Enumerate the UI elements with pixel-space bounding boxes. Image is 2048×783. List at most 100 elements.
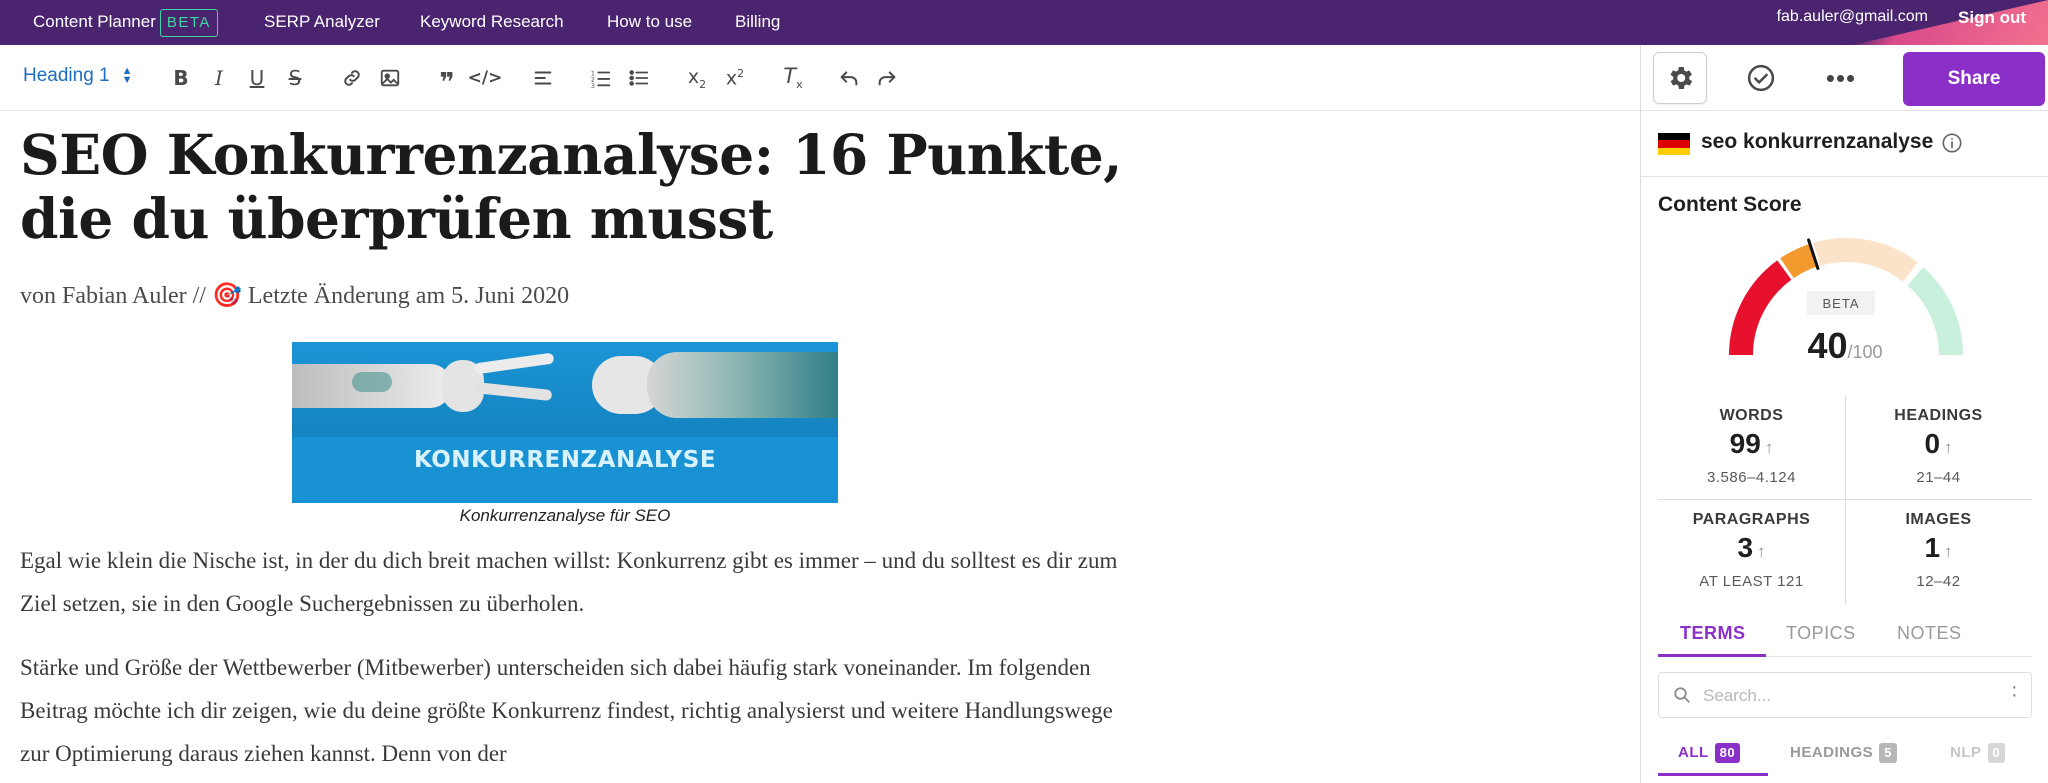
link-icon[interactable] <box>335 61 369 95</box>
metric-range: 21–44 <box>1916 469 1961 486</box>
check-button[interactable] <box>1741 58 1781 98</box>
paragraph-1[interactable]: Egal wie klein die Nische ist, in der du… <box>20 539 1120 625</box>
align-left-icon[interactable] <box>526 61 560 95</box>
active-filter-indicator <box>1658 773 1768 776</box>
target-keyword-row: seo konkurrenzanalyse <box>1641 111 2048 177</box>
metric-number: 3 <box>1737 532 1754 563</box>
gauge-segment-mid-light <box>1813 238 1918 282</box>
bullet-list-icon[interactable] <box>622 61 656 95</box>
optimization-panel: ••• Share seo konkurrenzanalyse Content … <box>1640 45 2048 783</box>
flag-stripe-red <box>1658 140 1690 148</box>
metric-range: 12–42 <box>1916 573 1961 590</box>
target-emoji-icon: 🎯 <box>211 283 242 309</box>
search-input[interactable] <box>1703 681 1983 711</box>
svg-text:3: 3 <box>591 82 595 89</box>
paragraph-2[interactable]: Stärke und Größe der Wettbewerber (Mitbe… <box>20 646 1145 775</box>
metric-label: HEADINGS <box>1894 407 1983 424</box>
share-button[interactable]: Share <box>1903 52 2045 106</box>
nav-billing[interactable]: Billing <box>735 0 780 45</box>
image-keyword-text: KONKURRENZANALYSE <box>413 447 717 473</box>
info-icon[interactable] <box>1941 132 1963 154</box>
filter-headings[interactable]: HEADINGS 5 <box>1790 743 1897 763</box>
settings-button[interactable] <box>1653 52 1707 104</box>
metric-value: 99 ↑ <box>1658 428 1845 460</box>
metric-paragraphs: PARAGRAPHS 3 ↑ AT LEAST 121 <box>1658 499 1845 604</box>
subscript-icon[interactable]: x2 <box>680 61 714 95</box>
filter-nlp[interactable]: NLP 0 <box>1950 743 2006 763</box>
user-email: fab.auler@gmail.com <box>1776 8 1928 25</box>
block-style-value: Heading 1 <box>23 65 110 86</box>
metric-value: 0 ↑ <box>1845 428 2032 460</box>
filter-count: 0 <box>1987 743 2006 763</box>
search-icon <box>1674 687 1690 703</box>
arrow-up-icon: ↑ <box>1757 542 1766 561</box>
byline-date: Letzte Änderung am 5. Juni 2020 <box>247 283 570 309</box>
tab-notes[interactable]: NOTES <box>1897 623 1962 644</box>
tab-terms[interactable]: TERMS <box>1680 623 1746 644</box>
sign-out-link[interactable]: Sign out <box>1958 8 2026 28</box>
nav-how-to-use[interactable]: How to use <box>607 0 692 45</box>
metric-value: 1 ↑ <box>1845 532 2032 564</box>
nav-content-planner[interactable]: Content Planner BETA <box>33 0 218 45</box>
ellipsis-icon: ••• <box>1825 62 1857 93</box>
kebab-menu-icon[interactable]: · · <box>2011 677 2018 705</box>
italic-icon[interactable]: I <box>202 61 236 95</box>
metric-range: AT LEAST 121 <box>1699 573 1804 590</box>
superscript-icon[interactable]: x2 <box>718 61 752 95</box>
filter-all[interactable]: ALL 80 <box>1678 743 1741 763</box>
metric-images: IMAGES 1 ↑ 12–42 <box>1845 499 2032 604</box>
byline[interactable]: von Fabian Auler // 🎯 Letzte Änderung am… <box>20 281 569 310</box>
metric-number: 0 <box>1924 428 1941 459</box>
byline-author: von Fabian Auler // <box>20 283 206 309</box>
gear-icon <box>1670 67 1693 89</box>
quote-icon[interactable]: ❞ <box>430 61 464 96</box>
filter-label: ALL <box>1678 744 1709 761</box>
active-tab-indicator <box>1658 654 1766 657</box>
divider <box>1845 395 1846 605</box>
term-filters: ALL 80 HEADINGS 5 NLP 0 <box>1658 735 2032 783</box>
ordered-list-icon[interactable]: 123 <box>584 61 618 95</box>
article-image[interactable]: KONKURRENZANALYSE <box>292 342 838 503</box>
nav-app-name: Content Planner <box>33 12 156 31</box>
metrics-grid: WORDS 99 ↑ 3.586–4.124 HEADINGS 0 ↑ 21–44 … <box>1658 395 2032 605</box>
filter-count: 80 <box>1714 743 1741 763</box>
code-icon[interactable]: </> <box>468 61 503 95</box>
bold-icon[interactable]: B <box>164 61 198 95</box>
german-flag-icon <box>1658 133 1690 155</box>
image-caption[interactable]: Konkurrenzanalyse für SEO <box>292 506 838 526</box>
tab-topics[interactable]: TOPICS <box>1786 623 1856 644</box>
score-value: 40 <box>1807 325 1848 366</box>
nav-serp-analyzer[interactable]: SERP Analyzer <box>264 0 380 45</box>
target-keyword: seo konkurrenzanalyse <box>1701 130 1934 153</box>
score-max: /100 <box>1847 342 1883 362</box>
sort-arrows-icon: ▲ ▼ <box>121 64 133 86</box>
arrow-up-icon: ↑ <box>1944 542 1953 561</box>
nav-keyword-research[interactable]: Keyword Research <box>420 0 564 45</box>
terms-search: ·· <box>1658 672 2032 718</box>
metric-label: PARAGRAPHS <box>1692 511 1811 528</box>
check-circle-icon <box>1747 64 1775 92</box>
document-title[interactable]: SEO Konkurrenzanalyse: 16 Punkte, die du… <box>20 123 1140 251</box>
panel-toolbar: ••• Share <box>1641 45 2048 111</box>
filter-label: NLP <box>1950 744 1982 761</box>
more-options-button[interactable]: ••• <box>1816 58 1866 98</box>
image-icon[interactable] <box>373 61 407 95</box>
metric-words: WORDS 99 ↑ 3.586–4.124 <box>1658 395 1845 500</box>
divider <box>1658 499 2032 500</box>
metric-number: 1 <box>1924 532 1941 563</box>
block-style-select[interactable]: Heading 1 ▲ ▼ <box>23 65 133 87</box>
panel-tabs: TERMS TOPICS NOTES <box>1658 613 2032 657</box>
gauge-beta-badge: BETA <box>1807 291 1875 315</box>
metric-label: WORDS <box>1719 407 1784 424</box>
clear-format-icon[interactable]: Tx <box>776 61 810 95</box>
gauge-segment-mid <box>1780 243 1818 279</box>
underline-icon[interactable]: U <box>240 61 274 95</box>
document-editor[interactable]: SEO Konkurrenzanalyse: 16 Punkte, die du… <box>0 111 1640 783</box>
filter-count: 5 <box>1879 743 1897 763</box>
redo-icon[interactable] <box>870 61 904 95</box>
strikethrough-icon[interactable]: S <box>278 61 312 95</box>
right-arm <box>647 352 838 418</box>
top-navigation: Content Planner BETA SERP Analyzer Keywor… <box>0 0 2048 45</box>
flag-stripe-black <box>1658 133 1690 141</box>
undo-icon[interactable] <box>832 61 866 95</box>
